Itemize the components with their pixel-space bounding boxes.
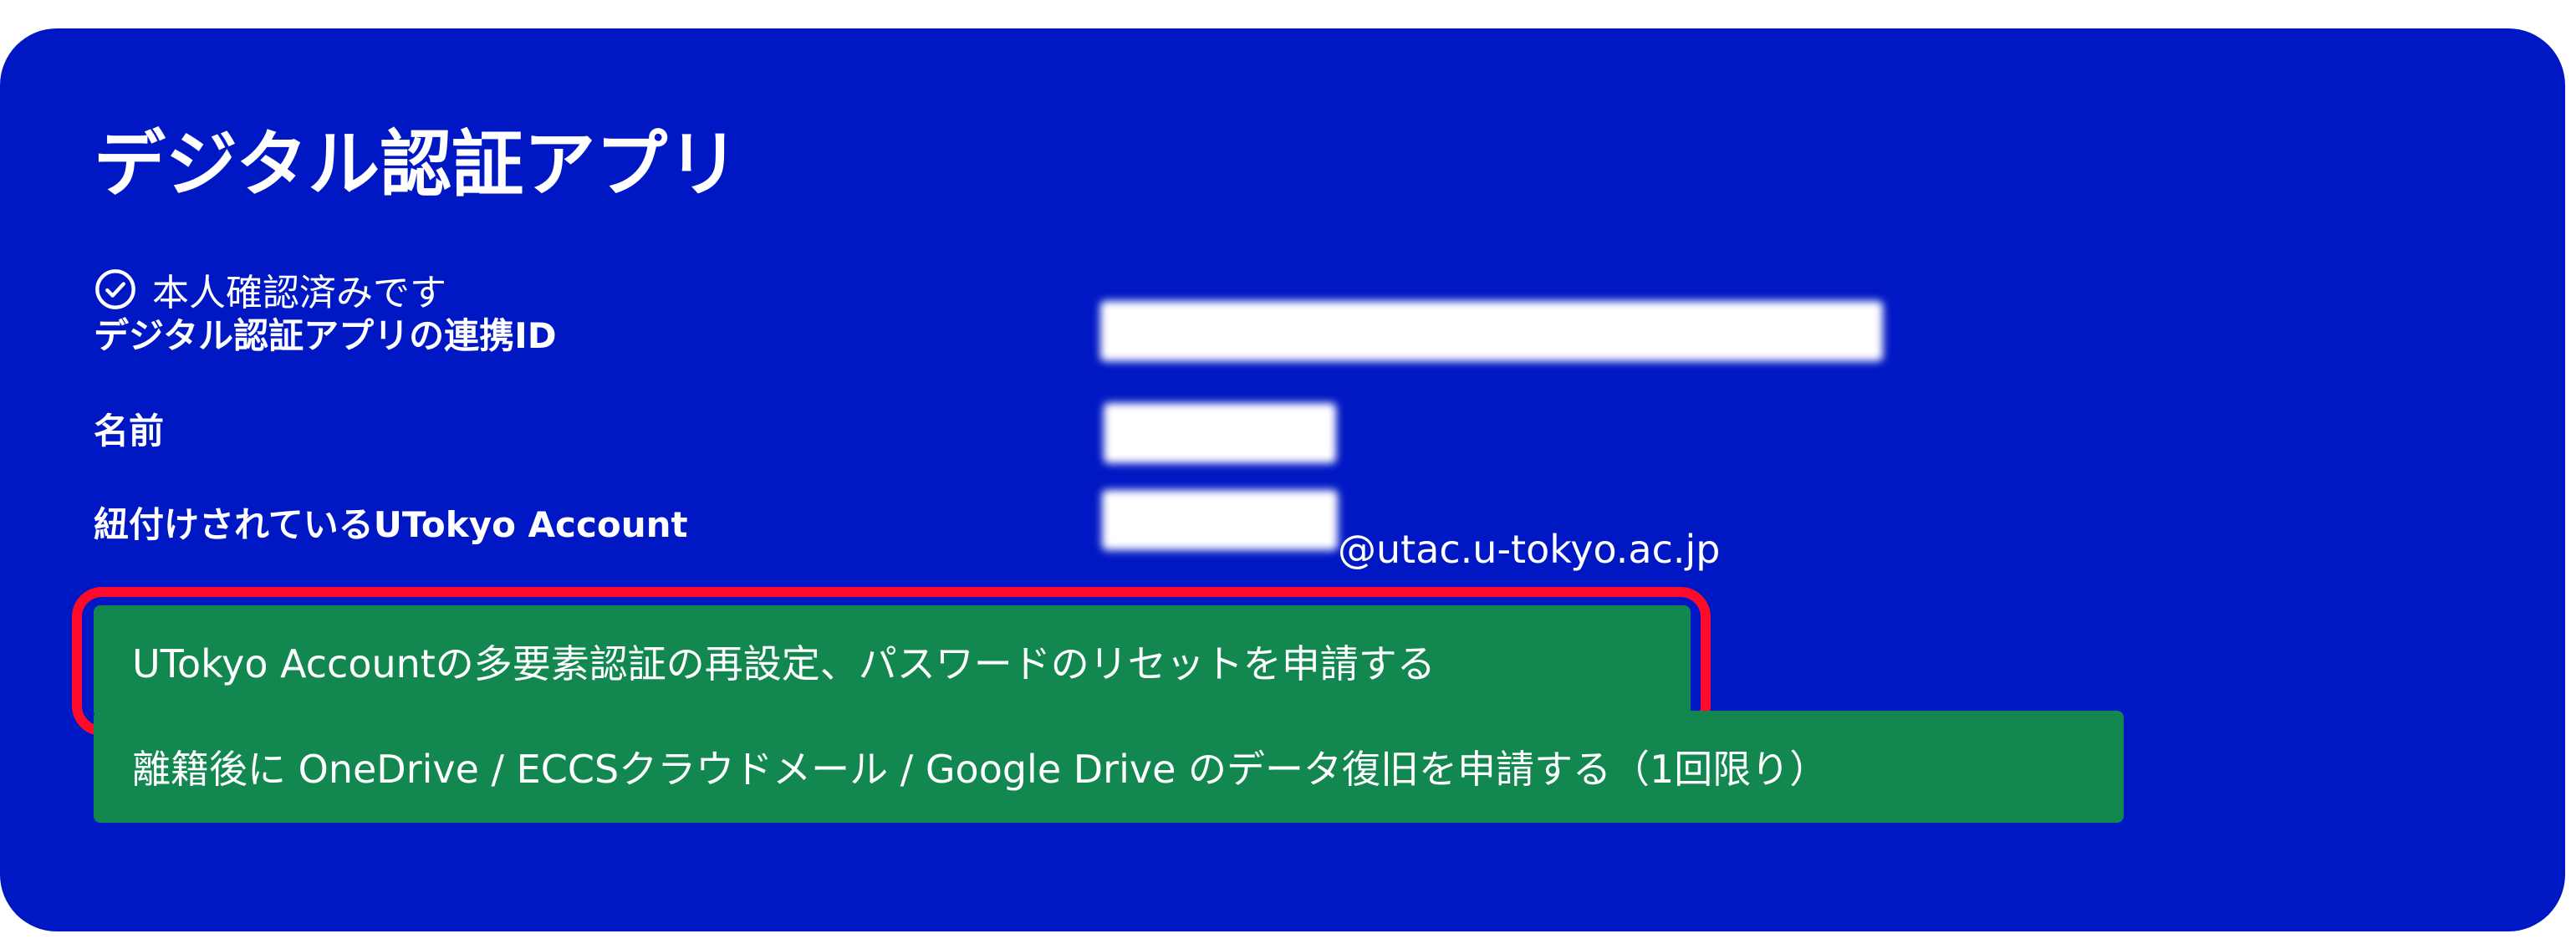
digital-auth-card: デジタル認証アプリ 本人確認済みです デジタル認証アプリの連携ID 名前 紐付け… — [0, 28, 2565, 931]
name-label: 名前 — [94, 411, 165, 452]
reset-mfa-password-button[interactable]: UTokyo Accountの多要素認証の再設定、パスワードのリセットを申請する — [94, 605, 1691, 717]
link-id-label: デジタル認証アプリの連携ID — [94, 315, 557, 356]
utokyo-account-label: 紐付けされているUTokyo Account — [94, 504, 688, 545]
data-recovery-button[interactable]: 離籍後に OneDrive / ECCSクラウドメール / Google Dri… — [94, 711, 2124, 823]
check-circle-icon — [95, 269, 135, 309]
utokyo-account-email-domain: @utac.u-tokyo.ac.jp — [1338, 527, 1721, 572]
utokyo-account-value-redacted — [1102, 490, 1338, 550]
card-title: デジタル認証アプリ — [94, 123, 740, 207]
name-value-redacted — [1104, 403, 1336, 463]
link-id-value-redacted — [1100, 301, 1883, 361]
